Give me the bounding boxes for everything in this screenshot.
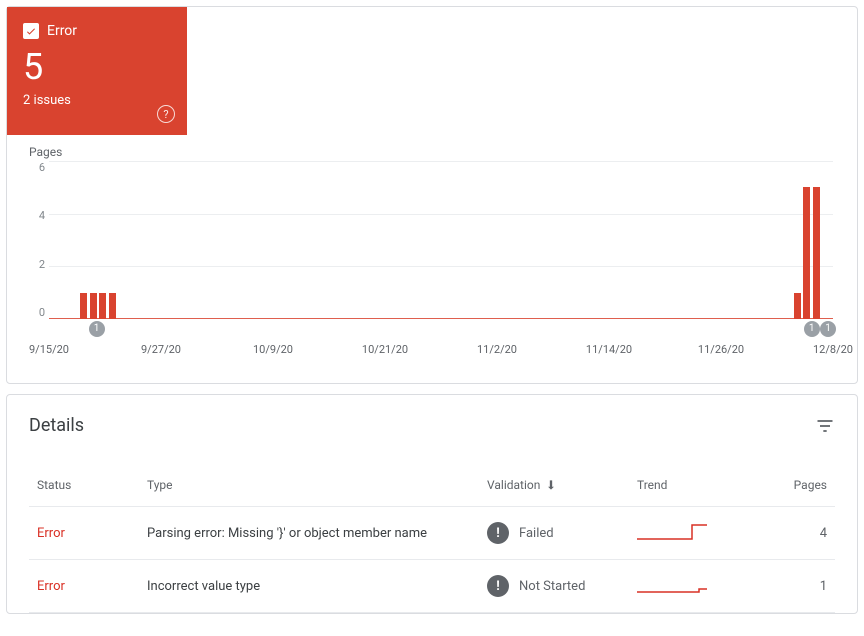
col-trend[interactable]: Trend (629, 464, 739, 507)
x-tick: 11/2/20 (477, 343, 517, 356)
chart-bar[interactable] (813, 187, 820, 319)
error-status-card[interactable]: Error 5 2 issues ? (7, 7, 187, 135)
chart-markers: 111 (31, 321, 851, 339)
details-panel: Details Status Type Validation Trend Pag… (6, 394, 858, 614)
col-type[interactable]: Type (139, 464, 479, 507)
x-tick: 10/21/20 (362, 343, 408, 356)
validation-status: Failed (519, 526, 554, 541)
chart-marker[interactable]: 1 (820, 321, 836, 337)
col-validation[interactable]: Validation (479, 464, 629, 507)
col-pages[interactable]: Pages (739, 464, 835, 507)
status-card-label: Error (47, 23, 77, 39)
x-tick: 11/26/20 (698, 343, 744, 356)
chart-plot: 6 4 2 0 (49, 161, 833, 319)
col-validation-label: Validation (487, 478, 540, 492)
table-row[interactable]: Error Incorrect value type! Not Started 1 (29, 560, 835, 613)
help-icon[interactable]: ? (157, 105, 175, 123)
issue-type: Parsing error: Missing '}' or object mem… (147, 526, 427, 541)
pages-count: 1 (739, 560, 835, 613)
exclamation-icon: ! (487, 522, 509, 544)
chart-y-label: Pages (29, 145, 839, 159)
chart-bars (49, 161, 833, 319)
chart-area: Pages 6 4 2 0 111 9/15/209/27/2010/9/201… (7, 135, 857, 383)
chart-baseline (49, 318, 833, 319)
chart-bar[interactable] (90, 293, 97, 319)
chart-panel: Error 5 2 issues ? Pages 6 4 2 0 111 9/1… (6, 6, 858, 384)
trend-sparkline (637, 521, 709, 541)
x-tick: 12/8/20 (813, 343, 853, 356)
status-card-count: 5 (23, 49, 171, 85)
y-tick: 2 (27, 258, 45, 271)
x-tick: 10/9/20 (253, 343, 293, 356)
pages-count: 4 (739, 507, 835, 560)
chart-marker[interactable]: 1 (804, 321, 820, 337)
y-tick: 6 (27, 161, 45, 174)
chart-bar[interactable] (803, 187, 810, 319)
filter-icon[interactable] (815, 416, 835, 436)
x-tick: 9/27/20 (141, 343, 181, 356)
status-card-issues: 2 issues (23, 93, 171, 108)
chart-bar[interactable] (99, 293, 106, 319)
arrow-down-icon (544, 478, 558, 492)
details-table: Status Type Validation Trend Pages Error… (29, 464, 835, 613)
validation-status: Not Started (519, 579, 585, 594)
chart-bar[interactable] (80, 293, 87, 319)
y-axis-ticks: 6 4 2 0 (27, 161, 45, 319)
x-axis: 9/15/209/27/2010/9/2010/21/2011/2/2011/1… (49, 343, 833, 363)
x-tick: 9/15/20 (29, 343, 69, 356)
status-badge: Error (37, 579, 65, 594)
checkbox-error[interactable] (23, 23, 39, 39)
x-tick: 11/14/20 (586, 343, 632, 356)
chart-marker[interactable]: 1 (89, 321, 105, 337)
issue-type: Incorrect value type (147, 579, 260, 594)
col-status[interactable]: Status (29, 464, 139, 507)
table-row[interactable]: Error Parsing error: Missing '}' or objec… (29, 507, 835, 560)
trend-sparkline (637, 574, 709, 594)
chart-bar[interactable] (794, 293, 801, 319)
check-icon (25, 25, 37, 37)
chart-bar[interactable] (109, 293, 116, 319)
details-title: Details (29, 415, 84, 436)
y-tick: 4 (27, 209, 45, 222)
exclamation-icon: ! (487, 575, 509, 597)
y-tick: 0 (27, 306, 45, 319)
status-card-header: Error (23, 23, 171, 39)
status-badge: Error (37, 526, 65, 541)
